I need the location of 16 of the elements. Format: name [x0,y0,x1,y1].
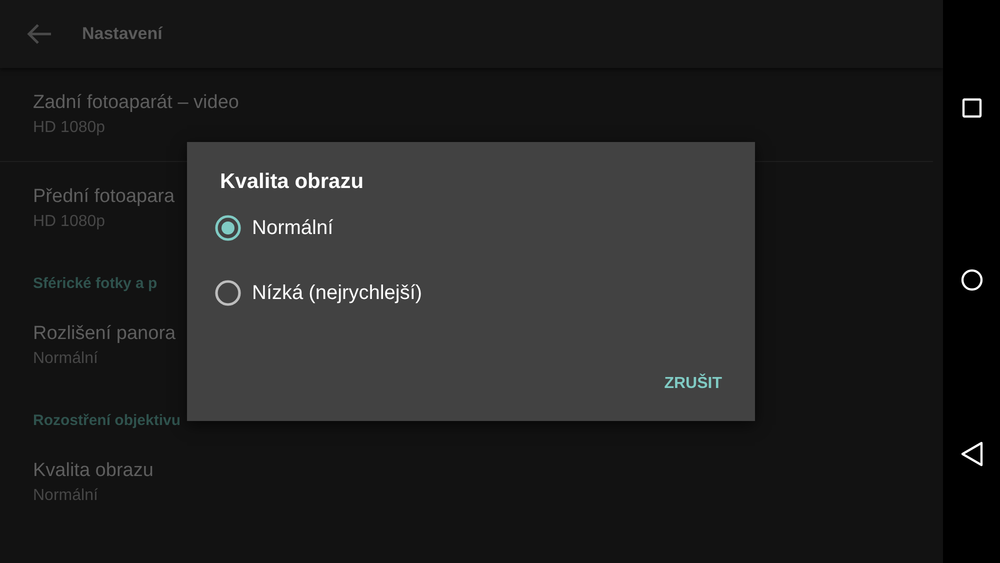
square-icon[interactable] [962,98,982,118]
setting-title[interactable]: Kvalita obrazu [33,457,154,485]
category-header: Rozostření objektivu [33,412,181,429]
radio-button[interactable] [214,214,242,242]
radio-button[interactable] [214,279,242,307]
dialog-title: Kvalita obrazu [220,170,365,194]
setting-title[interactable]: Rozlišení panora [33,320,176,348]
circle-icon[interactable] [960,268,982,290]
option-label[interactable]: Normální [252,216,334,240]
option-label[interactable]: Nízká (nejrychlejší) [252,282,422,304]
back-triangle-icon[interactable] [960,441,984,467]
category-header: Sférické fotky a p [33,275,158,292]
cancel-button[interactable]: ZRUŠIT [664,369,722,399]
setting-title[interactable]: Zadní fotoaparát – video [33,89,239,117]
app-bar-title: Nastavení [82,24,162,44]
setting-title[interactable]: Přední fotoapara [33,183,175,211]
